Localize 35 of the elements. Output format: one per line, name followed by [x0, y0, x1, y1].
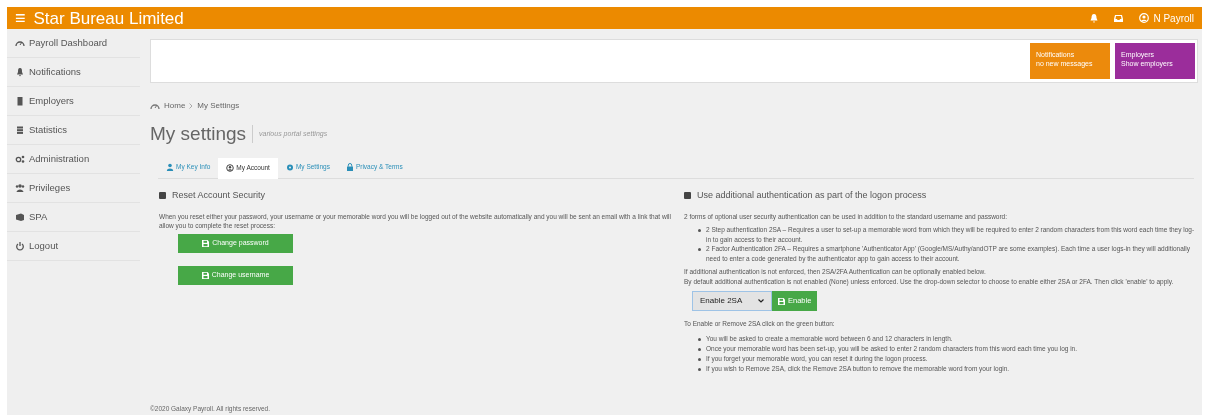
bullet-icon: [698, 248, 701, 251]
inbox-icon[interactable]: [1114, 14, 1124, 22]
power-icon: [15, 241, 25, 251]
user-circle-icon: [226, 164, 235, 172]
save-icon: [778, 297, 785, 305]
user-icon: [166, 163, 174, 171]
building-icon: [15, 96, 25, 106]
bell-icon: [15, 67, 25, 77]
users-icon: [15, 183, 25, 193]
bullet-icon: [698, 338, 701, 341]
bullet-icon: [698, 358, 701, 361]
chevron-right-icon: [189, 103, 194, 109]
user-icon: [1139, 13, 1150, 23]
breadcrumb-link[interactable]: Home: [164, 100, 186, 112]
bullet-icon: [698, 368, 701, 371]
section-heading: Reset Account Security: [172, 188, 266, 202]
app-title: Star Bureau Limited: [33, 9, 184, 27]
gears-icon: [15, 154, 25, 164]
breadcrumb-current: My Settings: [197, 100, 240, 112]
save-icon: [202, 240, 210, 247]
section-heading: Use additional authentication as part of the logon process: [697, 188, 927, 202]
auth-select[interactable]: Enable 2SA: [692, 291, 772, 311]
database-icon: [15, 125, 25, 135]
dashboard-icon: [15, 38, 25, 48]
bullet-icon: [698, 348, 701, 351]
save-icon: [201, 272, 209, 279]
chevron-down-icon: [758, 299, 764, 303]
lock-icon: [345, 163, 354, 171]
square-icon: [159, 191, 166, 199]
bullet-icon: [698, 229, 701, 232]
bell-icon[interactable]: [1090, 13, 1099, 23]
settings-icon: [285, 163, 294, 171]
dashboard-icon: [150, 103, 160, 109]
square-icon: [684, 191, 691, 199]
page-title: My settings: [150, 122, 247, 146]
